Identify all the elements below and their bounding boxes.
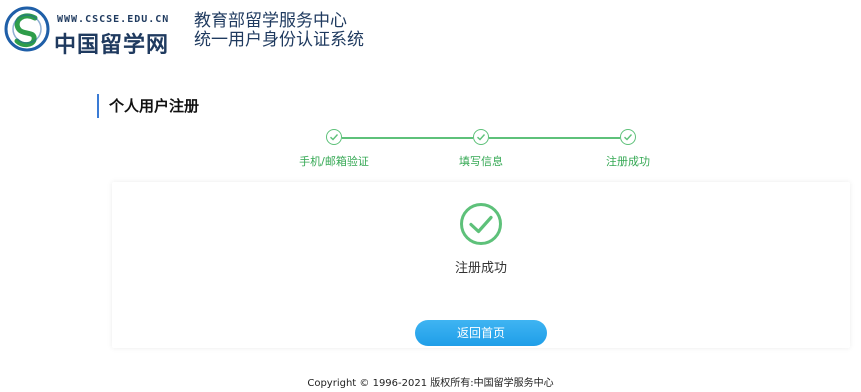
step-2-label: 填写信息 <box>459 155 503 168</box>
page-title: 个人用户注册 <box>97 94 199 118</box>
step-connector <box>342 137 473 139</box>
cscse-logo-icon <box>4 6 50 52</box>
success-check-icon <box>460 203 502 245</box>
step-3-check-icon <box>620 129 636 145</box>
site-logo[interactable]: WWW.CSCSE.EDU.CN 中国留学网 <box>4 6 184 58</box>
logo-name: 中国留学网 <box>54 32 170 58</box>
step-3-label: 注册成功 <box>606 155 650 168</box>
step-2-check-icon <box>473 129 489 145</box>
site-header: WWW.CSCSE.EDU.CN 中国留学网 教育部留学服务中心 统一用户身份认… <box>0 0 861 60</box>
logo-url: WWW.CSCSE.EDU.CN <box>57 14 170 25</box>
back-home-button[interactable]: 返回首页 <box>415 320 547 346</box>
step-1-label: 手机/邮箱验证 <box>299 155 369 168</box>
system-name: 统一用户身份认证系统 <box>194 30 364 50</box>
copyright-footer: Copyright © 1996-2021 版权所有:中国留学服务中心 <box>307 378 554 389</box>
system-title: 教育部留学服务中心 统一用户身份认证系统 <box>194 12 364 50</box>
step-1-check-icon <box>326 129 342 145</box>
step-connector <box>489 137 620 139</box>
result-card: 注册成功 返回首页 <box>112 182 850 348</box>
registration-progress: 手机/邮箱验证 填写信息 注册成功 <box>0 125 861 170</box>
success-message: 注册成功 <box>454 261 507 276</box>
org-name: 教育部留学服务中心 <box>194 11 347 31</box>
